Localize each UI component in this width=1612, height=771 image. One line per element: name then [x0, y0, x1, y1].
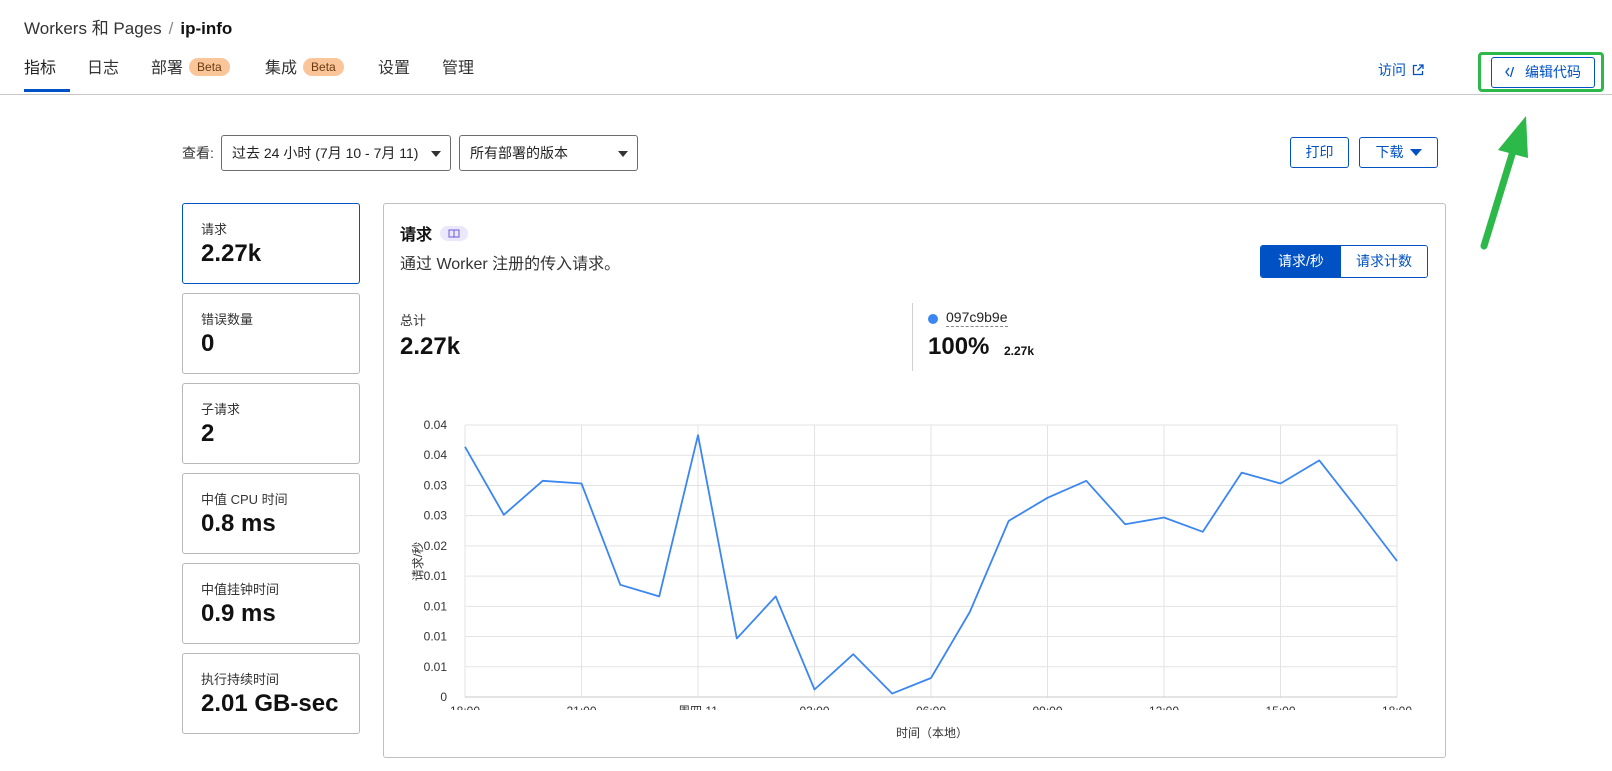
- view-label: 查看:: [182, 145, 214, 161]
- edit-code-label: 编辑代码: [1525, 64, 1581, 80]
- breadcrumb-parent[interactable]: Workers 和 Pages: [24, 19, 162, 38]
- metric-label: 子请求: [201, 402, 241, 417]
- visit-label: 访问: [1378, 62, 1406, 78]
- y-tick-label: 0.01: [424, 599, 448, 613]
- y-tick-label: 0.03: [424, 509, 448, 523]
- toggle-request-count[interactable]: 请求计数: [1341, 246, 1427, 277]
- version-count: 2.27k: [1004, 344, 1035, 358]
- line-chart: 0 0.01 0.01 0.01 0.01 0.02 0.03 0.03 0.04 0.04 18:…: [424, 418, 1413, 710]
- tab-deployments[interactable]: 部署 Beta: [151, 50, 230, 92]
- tab-label: 指标: [24, 60, 57, 77]
- y-tick-label: 0.02: [424, 539, 448, 553]
- metric-card-duration[interactable]: 执行持续时间 2.01 GB-sec: [182, 653, 360, 734]
- tab-settings[interactable]: 设置: [378, 50, 410, 92]
- metric-value: 2.01 GB-sec: [201, 690, 339, 717]
- tab-label: 管理: [442, 60, 475, 77]
- x-tick-label: 18:00: [1382, 704, 1412, 710]
- tab-label: 部署: [151, 60, 184, 77]
- metric-label: 请求: [201, 222, 228, 237]
- tab-logs[interactable]: 日志: [87, 50, 119, 92]
- metric-value: 0: [201, 330, 215, 357]
- x-tick-label: 15:00: [1265, 704, 1295, 710]
- x-tick-label: 18:00: [450, 704, 480, 710]
- x-tick-label: 09:00: [1032, 704, 1062, 710]
- annotation-arrow-icon: [1480, 116, 1528, 250]
- metric-card-cpu-time[interactable]: 中值 CPU 时间 0.8 ms: [182, 473, 360, 554]
- legend-dot: [928, 314, 938, 324]
- breadcrumb: Workers 和 Pages / ip-info: [24, 14, 232, 39]
- metric-label: 中值挂钟时间: [201, 582, 280, 597]
- metric-card-wall-time[interactable]: 中值挂钟时间 0.9 ms: [182, 563, 360, 644]
- metric-card-requests[interactable]: 请求 2.27k: [182, 203, 360, 284]
- version-percent: 100%: [928, 333, 990, 360]
- x-tick-label: 周四 11: [678, 704, 718, 710]
- print-button[interactable]: 打印: [1290, 137, 1349, 168]
- metric-value: 0.9 ms: [201, 600, 276, 627]
- version-link[interactable]: 097c9b9e: [946, 309, 1008, 327]
- time-range-value: 过去 24 小时 (7月 10 - 7月 11): [232, 145, 419, 161]
- tab-label: 集成: [265, 60, 298, 77]
- x-tick-label: 12:00: [1149, 704, 1179, 710]
- metric-card-subrequests[interactable]: 子请求 2: [182, 383, 360, 464]
- x-tick-label: 21:00: [566, 704, 596, 710]
- version-select[interactable]: 所有部署的版本: [459, 135, 638, 171]
- panel-subtitle: 通过 Worker 注册的传入请求。: [400, 256, 621, 273]
- y-tick-label: 0.01: [424, 569, 448, 583]
- y-tick-label: 0: [440, 690, 447, 704]
- chevron-down-icon: [618, 151, 628, 157]
- toggle-requests-per-second[interactable]: 请求/秒: [1261, 246, 1341, 277]
- tab-label: 设置: [378, 60, 411, 77]
- tab-metrics[interactable]: 指标: [24, 50, 70, 92]
- download-button[interactable]: 下载: [1359, 137, 1438, 168]
- metric-value: 2: [201, 420, 215, 447]
- docs-icon[interactable]: [440, 226, 468, 241]
- divider: [912, 303, 913, 371]
- version-select-value: 所有部署的版本: [470, 145, 568, 161]
- tab-label: 日志: [87, 60, 120, 77]
- code-icon: [1505, 66, 1515, 78]
- y-axis-title: 请求/秒: [411, 541, 426, 582]
- x-tick-label: 06:00: [916, 704, 946, 710]
- beta-badge: Beta: [303, 58, 344, 76]
- panel-title: 请求: [400, 227, 433, 244]
- metric-label: 中值 CPU 时间: [201, 492, 288, 507]
- tab-integrations[interactable]: 集成 Beta: [265, 50, 344, 92]
- metric-card-errors[interactable]: 错误数量 0: [182, 293, 360, 374]
- total-value: 2.27k: [400, 333, 461, 360]
- external-link-icon: [1412, 64, 1424, 76]
- x-tick-label: 03:00: [799, 704, 829, 710]
- rate-toggle: 请求/秒 请求计数: [1260, 245, 1428, 278]
- tab-bar: 指标 日志 部署 Beta 集成 Beta 设置 管理: [0, 50, 1612, 95]
- metric-value: 2.27k: [201, 240, 262, 267]
- y-tick-label: 0.01: [424, 660, 448, 674]
- y-tick-label: 0.03: [424, 478, 448, 492]
- edit-code-button[interactable]: 编辑代码: [1491, 57, 1595, 88]
- caret-down-icon: [1409, 149, 1422, 156]
- y-tick-label: 0.04: [424, 448, 448, 462]
- visit-link[interactable]: 访问: [1378, 60, 1424, 80]
- metric-value: 0.8 ms: [201, 510, 276, 537]
- total-label: 总计: [400, 313, 427, 328]
- chevron-down-icon: [431, 151, 441, 157]
- breadcrumb-current: ip-info: [180, 19, 233, 38]
- metric-label: 执行持续时间: [201, 672, 280, 687]
- x-axis-title: 时间（本地）: [896, 726, 969, 740]
- time-range-select[interactable]: 过去 24 小时 (7月 10 - 7月 11): [221, 135, 451, 171]
- download-label: 下载: [1375, 144, 1404, 160]
- breadcrumb-separator: /: [168, 19, 174, 38]
- y-tick-label: 0.04: [424, 418, 448, 432]
- metric-label: 错误数量: [201, 312, 254, 327]
- tab-manage[interactable]: 管理: [442, 50, 474, 92]
- beta-badge: Beta: [189, 58, 230, 76]
- y-tick-label: 0.01: [424, 630, 448, 644]
